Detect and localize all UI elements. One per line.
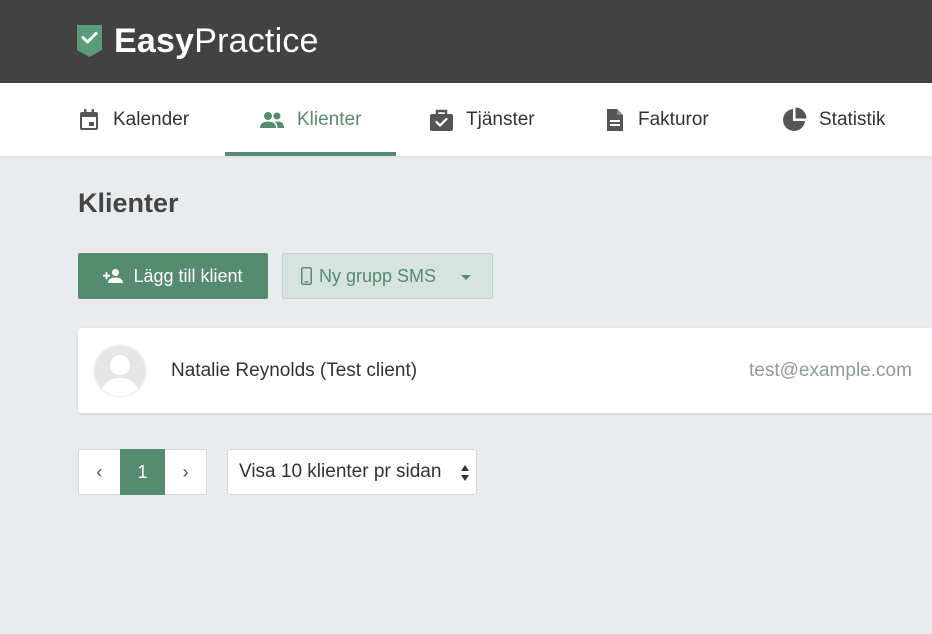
group-sms-label: Ny grupp SMS — [319, 265, 437, 286]
pie-chart-icon — [783, 107, 807, 131]
pagination: ‹ 1 › — [78, 449, 207, 495]
chevron-right-icon: › — [182, 461, 189, 482]
page-title: Klienter — [78, 188, 179, 218]
per-page-label: Visa 10 klienter pr sidan — [239, 461, 442, 482]
logo-text: EasyPractice — [114, 22, 319, 60]
add-person-icon — [103, 269, 124, 283]
nav-label-kalender: Kalender — [113, 108, 190, 130]
client-name: Natalie Reynolds (Test client) — [171, 360, 418, 381]
nav-label-klienter: Klienter — [297, 108, 362, 130]
add-client-button[interactable]: Lägg till klient — [78, 253, 268, 299]
group-sms-dropdown-button[interactable]: Ny grupp SMS — [282, 253, 493, 299]
per-page-select[interactable]: Visa 10 klienter pr sidan — [227, 449, 477, 495]
mobile-phone-icon — [301, 267, 312, 285]
select-arrows-icon — [461, 465, 469, 481]
avatar — [93, 344, 147, 398]
main-nav: Kalender Klienter Tjänster Fakturor Stat… — [0, 83, 932, 156]
people-icon — [260, 111, 284, 128]
chevron-down-icon — [461, 275, 471, 280]
client-list-item[interactable]: Natalie Reynolds (Test client) test@exam… — [78, 328, 932, 413]
add-client-label: Lägg till klient — [133, 265, 243, 286]
default-avatar-icon — [95, 346, 145, 396]
document-icon — [607, 108, 623, 131]
nav-label-fakturor: Fakturor — [638, 108, 709, 130]
calendar-icon — [80, 108, 98, 130]
logo-text-light: Practice — [194, 22, 319, 60]
top-bar: EasyPractice — [0, 0, 932, 83]
nav-label-statistik: Statistik — [819, 108, 886, 130]
logo[interactable]: EasyPractice — [77, 22, 319, 60]
logo-text-bold: Easy — [114, 22, 195, 60]
logo-check-icon — [77, 25, 102, 57]
briefcase-check-icon — [430, 109, 453, 131]
chevron-left-icon: ‹ — [96, 461, 103, 482]
nav-item-kalender[interactable]: Kalender — [77, 83, 189, 156]
nav-item-fakturor[interactable]: Fakturor — [604, 83, 709, 156]
nav-item-klienter[interactable]: Klienter — [259, 83, 361, 156]
nav-label-tjanster: Tjänster — [466, 108, 535, 130]
nav-item-tjanster[interactable]: Tjänster — [429, 83, 535, 156]
active-tab-indicator — [225, 152, 396, 156]
next-page-button[interactable]: › — [165, 450, 206, 494]
client-email: test@example.com — [749, 360, 912, 381]
nav-item-statistik[interactable]: Statistik — [782, 83, 886, 156]
previous-page-button[interactable]: ‹ — [79, 450, 120, 494]
page-1-button[interactable]: 1 — [119, 449, 166, 495]
